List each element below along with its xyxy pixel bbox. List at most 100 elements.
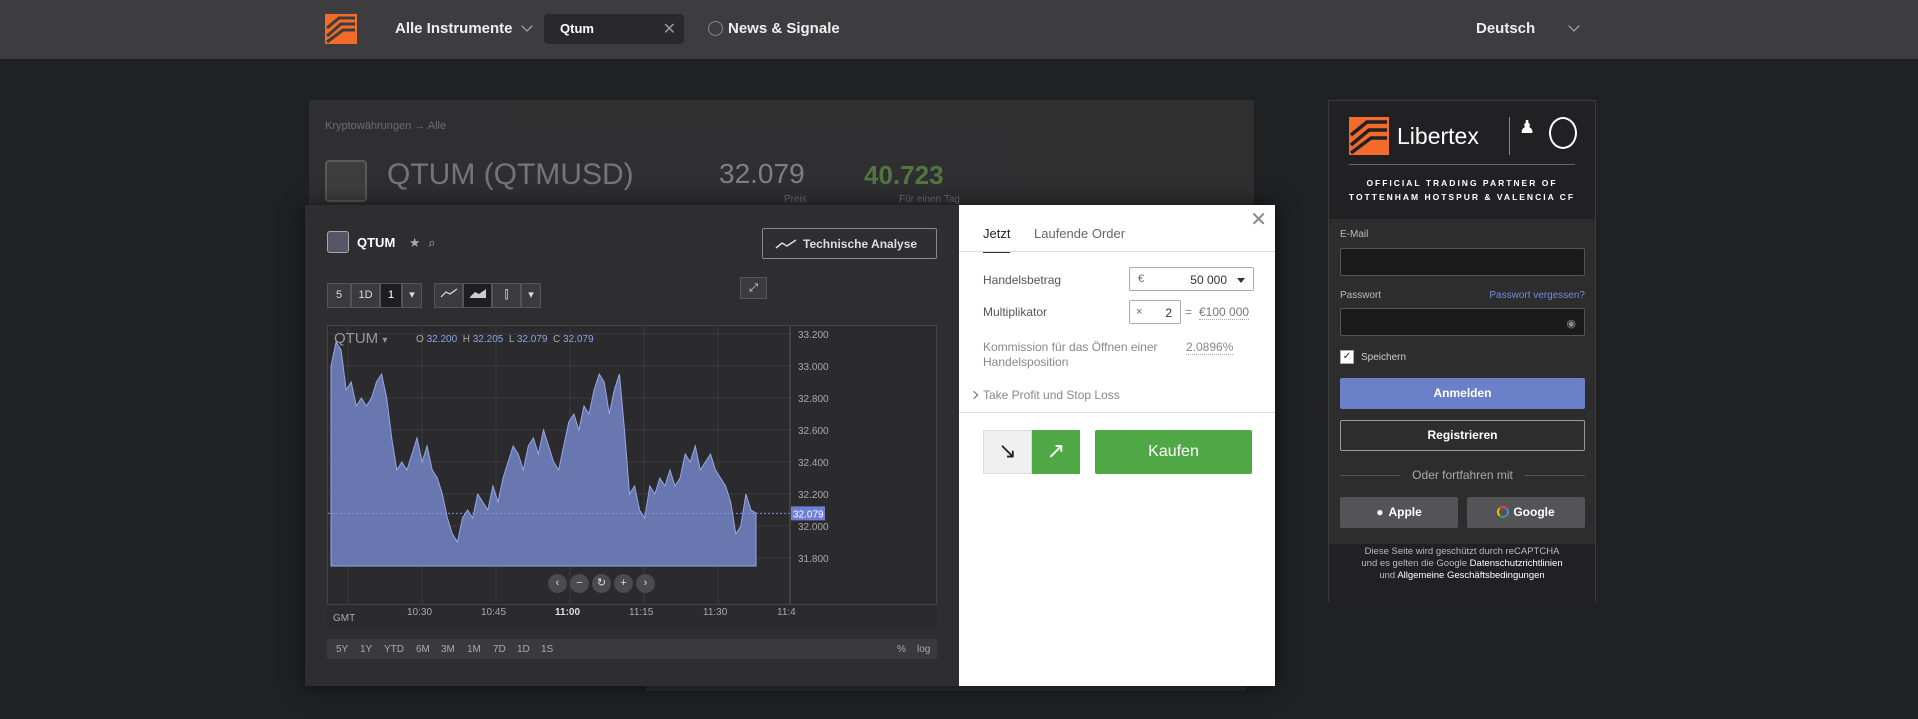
x-tick-label: 11:30	[703, 607, 728, 618]
buy-button[interactable]: Kaufen	[1095, 430, 1252, 474]
divider	[959, 251, 1275, 252]
range-1s[interactable]: 1S	[541, 644, 553, 655]
partner-line-2: TOTTENHAM HOTSPUR & VALENCIA CF	[1348, 192, 1576, 202]
reset-icon[interactable]: ↻	[592, 574, 611, 593]
fullscreen-button[interactable]: ⤢	[740, 277, 767, 299]
y-tick-label: 31.800	[798, 554, 829, 565]
arrow-down-right-icon: ↘	[998, 438, 1017, 463]
period-button-5[interactable]: 5	[327, 283, 351, 308]
exposure-value: €100 000	[1199, 305, 1250, 320]
range-1d[interactable]: 1D	[517, 644, 530, 655]
percent-scale-toggle[interactable]: %	[897, 644, 906, 655]
amount-label: Handelsbetrag	[983, 273, 1062, 287]
area-chart-icon	[469, 289, 486, 298]
range-1m[interactable]: 1M	[467, 644, 481, 655]
tab-now[interactable]: Jetzt	[983, 226, 1011, 253]
range-5y[interactable]: 5Y	[336, 644, 348, 655]
remember-checkbox[interactable]: ✓	[1340, 350, 1354, 364]
range-ytd[interactable]: YTD	[384, 644, 404, 655]
close-icon[interactable]: ✕	[1250, 207, 1267, 232]
line-chart-icon	[440, 288, 457, 298]
caret-down-icon: ▾	[409, 289, 415, 301]
trade-modal: QTUM ★ ⌕ Technische Analyse 5 1D 1 ▾ ⫿ ▾…	[305, 205, 1275, 686]
buy-direction-button[interactable]: ↗	[1032, 430, 1080, 474]
period-button-1[interactable]: 1	[380, 283, 402, 308]
period-dropdown-button[interactable]: ▾	[402, 283, 422, 308]
google-login-button[interactable]: Google	[1467, 497, 1585, 528]
last-price-label: 32.079	[793, 509, 824, 520]
libertex-logo-icon[interactable]	[325, 14, 357, 44]
instrument-price: 32.079	[719, 158, 805, 189]
technical-analysis-button[interactable]: Technische Analyse	[762, 228, 937, 259]
tab-pending-orders[interactable]: Laufende Order	[1034, 226, 1125, 241]
language-selector[interactable]: Deutsch	[1476, 20, 1580, 37]
zoom-out-icon[interactable]: −	[570, 574, 589, 593]
news-label: News & Signale	[728, 20, 840, 37]
email-field[interactable]	[1340, 248, 1585, 276]
open-value: 32.200	[426, 334, 458, 345]
sell-direction-button[interactable]: ↘	[983, 430, 1032, 474]
chevron-down-icon	[1568, 20, 1580, 32]
caret-down-icon: ▾	[382, 335, 388, 346]
legal-line-3: und Allgemeine Geschäftsbedingungen	[1329, 570, 1595, 582]
multiply-sign: ×	[1136, 306, 1143, 318]
libertex-logo-icon	[1349, 117, 1389, 155]
password-field[interactable]: ◉	[1340, 308, 1585, 336]
search-value: Qtum	[560, 21, 594, 36]
range-3m[interactable]: 3M	[441, 644, 455, 655]
privacy-policy-link[interactable]: Datenschutzrichtlinien	[1470, 558, 1563, 569]
login-button[interactable]: Anmelden	[1340, 378, 1585, 409]
candlestick-chart-button[interactable]: ⫿	[492, 283, 521, 308]
chart-legend-symbol[interactable]: QTUM ▾	[334, 330, 387, 347]
log-scale-toggle[interactable]: log	[917, 644, 930, 655]
background-strip	[646, 686, 1246, 691]
search-icon[interactable]: ⌕	[428, 235, 435, 250]
amount-select[interactable]: € 50 000	[1129, 267, 1254, 291]
legal-notice: Diese Seite wird geschützt durch reCAPTC…	[1329, 544, 1595, 602]
scroll-right-icon[interactable]: ›	[636, 574, 655, 593]
star-icon[interactable]: ★	[409, 235, 421, 250]
multiplier-label: Multiplikator	[983, 305, 1048, 319]
register-button[interactable]: Registrieren	[1340, 420, 1585, 451]
high-label: H	[462, 334, 470, 345]
close-label: C	[553, 334, 561, 345]
apple-login-button[interactable]: ● Apple	[1340, 497, 1458, 528]
scroll-left-icon[interactable]: ‹	[548, 574, 567, 593]
commission-value: 2.0896%	[1186, 340, 1234, 355]
price-chart[interactable]: 33.200 33.000 32.800 32.600 32.400 32.200 32.0…	[327, 325, 937, 606]
all-instruments-menu[interactable]: Alle Instrumente	[395, 20, 533, 37]
change-label: Für einen Tag	[899, 194, 960, 205]
checkmark-icon: ✓	[1342, 351, 1352, 362]
low-label: L	[508, 334, 515, 345]
page-title: QTUM (QTMUSD)	[387, 158, 634, 191]
multiplier-input[interactable]: × 2	[1129, 300, 1181, 324]
news-signals-link[interactable]: News & Signale	[708, 20, 840, 37]
instrument-page-background: Kryptowährungen → Alle QTUM (QTMUSD) 32.…	[309, 100, 1254, 205]
multiplier-value: 2	[1165, 306, 1172, 320]
y-tick-label: 32.200	[798, 490, 829, 501]
caret-down-icon	[1237, 278, 1245, 283]
range-1y[interactable]: 1Y	[360, 644, 372, 655]
zoom-in-icon[interactable]: +	[614, 574, 633, 593]
arrow-up-right-icon: ↗	[1046, 438, 1066, 463]
line-chart-button[interactable]	[434, 283, 463, 308]
instrument-search-input[interactable]: Qtum ✕	[544, 14, 684, 44]
range-7d[interactable]: 7D	[493, 644, 506, 655]
eye-icon[interactable]: ◉	[1566, 317, 1576, 330]
take-profit-stop-loss-toggle[interactable]: Take Profit und Stop Loss	[983, 388, 1120, 402]
partner-line-1: OFFICIAL TRADING PARTNER OF	[1366, 178, 1558, 188]
divider	[959, 412, 1275, 413]
forgot-password-link[interactable]: Passwort vergessen?	[1489, 290, 1585, 301]
y-tick-label: 33.000	[798, 362, 829, 373]
apple-label: Apple	[1388, 505, 1422, 519]
chart-type-dropdown-button[interactable]: ▾	[521, 283, 541, 308]
terms-link[interactable]: Allgemeine Geschäftsbedingungen	[1397, 570, 1544, 581]
chart-symbol: QTUM	[357, 235, 396, 250]
range-6m[interactable]: 6M	[416, 644, 430, 655]
y-tick-label: 32.800	[798, 394, 829, 405]
clear-search-icon[interactable]: ✕	[663, 19, 676, 39]
divider	[1349, 164, 1575, 165]
period-button-1d[interactable]: 1D	[351, 283, 380, 308]
area-chart-button[interactable]	[463, 283, 492, 308]
open-label: O	[416, 334, 424, 345]
